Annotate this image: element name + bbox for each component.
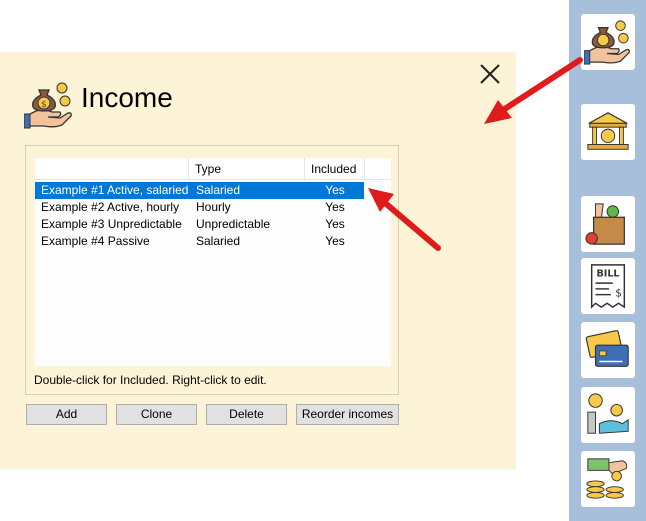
column-header-name[interactable]	[35, 158, 189, 180]
row-type: Unpredictable	[196, 217, 271, 231]
sidebar-item-bills[interactable]: BILL $	[581, 258, 635, 314]
row-included: Yes	[325, 200, 345, 214]
sidebar-item-income[interactable]	[581, 14, 635, 70]
close-button[interactable]	[476, 60, 504, 88]
row-type: Hourly	[196, 200, 231, 214]
page-title: Income	[81, 82, 173, 113]
table-row[interactable]: Example #4 Passive Salaried Yes	[35, 233, 364, 250]
row-included: Yes	[325, 217, 345, 231]
table-row[interactable]: Example #2 Active, hourly Hourly Yes	[35, 199, 364, 216]
sidebar: BILL $	[569, 0, 646, 521]
income-list[interactable]: Type Included Example #1 Active, salarie…	[35, 158, 391, 366]
row-included: Yes	[325, 183, 345, 197]
money-bag-hand-icon	[584, 20, 630, 65]
savings-transfer-icon	[587, 393, 629, 434]
table-row[interactable]: Example #1 Active, salaried Salaried Yes	[35, 182, 364, 199]
add-button[interactable]: Add	[26, 404, 107, 425]
cash-coins-icon	[586, 458, 628, 499]
sidebar-item-savings[interactable]	[581, 387, 635, 443]
delete-button[interactable]: Delete	[206, 404, 287, 425]
hint-text: Double-click for Included. Right-click t…	[34, 373, 267, 387]
sidebar-item-bank[interactable]	[581, 104, 635, 160]
row-name: Example #2 Active, hourly	[41, 200, 180, 214]
row-included: Yes	[325, 234, 345, 248]
row-type: Salaried	[196, 234, 241, 248]
bill-icon: BILL $	[590, 264, 626, 309]
row-name: Example #3 Unpredictable	[41, 217, 182, 231]
sidebar-item-credit-cards[interactable]	[581, 322, 635, 378]
row-type: Salaried	[196, 183, 241, 197]
clone-button[interactable]: Clone	[116, 404, 197, 425]
reorder-incomes-button[interactable]: Reorder incomes	[296, 404, 399, 425]
row-name: Example #4 Passive	[41, 234, 150, 248]
table-row[interactable]: Example #3 Unpredictable Unpredictable Y…	[35, 216, 364, 233]
svg-text:BILL: BILL	[596, 268, 619, 279]
money-bag-hand-icon: $	[23, 80, 74, 130]
grocery-bag-icon	[585, 203, 625, 245]
column-header-included[interactable]: Included	[305, 158, 365, 180]
svg-text:$: $	[41, 100, 47, 110]
credit-cards-icon	[585, 330, 629, 367]
list-header: Type Included	[35, 158, 391, 180]
svg-text:$: $	[615, 288, 622, 300]
sidebar-item-groceries[interactable]	[581, 196, 635, 252]
bank-icon	[587, 112, 629, 150]
column-header-type[interactable]: Type	[189, 158, 305, 180]
row-name: Example #1 Active, salaried	[41, 183, 189, 197]
sidebar-item-cash[interactable]	[581, 451, 635, 507]
close-icon	[480, 64, 500, 84]
